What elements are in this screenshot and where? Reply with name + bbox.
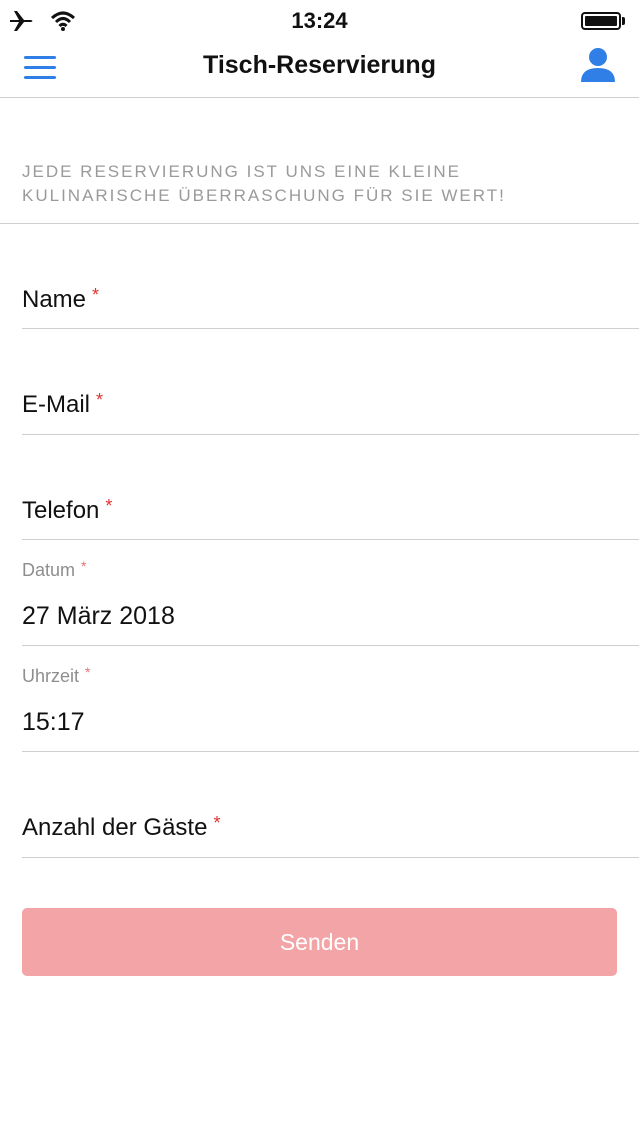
intro-text-line2: kulinarische Überraschung für Sie wert! — [22, 186, 506, 205]
phone-label: Telefon * — [22, 496, 113, 525]
guests-label-text: Anzahl der Gäste — [22, 814, 208, 841]
email-field[interactable]: E-Mail * — [22, 329, 639, 435]
email-label: E-Mail * — [22, 390, 104, 419]
time-label-text: Uhrzeit — [22, 666, 80, 686]
intro-text-line1: Jede Reservierung ist uns eine kleine — [22, 162, 461, 181]
time-value: 15:17 — [22, 708, 85, 736]
required-marker: * — [85, 664, 91, 680]
time-label: Uhrzeit * — [22, 664, 91, 687]
name-field[interactable]: Name * — [22, 224, 639, 329]
guests-field[interactable]: Anzahl der Gäste * — [22, 752, 639, 858]
required-marker: * — [92, 285, 100, 305]
status-time: 13:24 — [291, 8, 348, 33]
page-title: Tisch-Reservierung — [203, 51, 436, 79]
time-field[interactable]: Uhrzeit * 15:17 — [22, 646, 639, 752]
date-label: Datum * — [22, 558, 87, 581]
status-bar: 13:24 — [0, 0, 639, 40]
battery-icon — [581, 12, 625, 30]
intro-text: Jede Reservierung ist uns eine kleine ku… — [22, 160, 622, 208]
email-label-text: E-Mail — [22, 391, 91, 418]
date-value: 27 März 2018 — [22, 602, 175, 630]
send-button[interactable]: Senden — [22, 908, 617, 976]
required-marker: * — [213, 813, 221, 833]
name-label-text: Name — [22, 286, 87, 313]
user-icon[interactable] — [579, 46, 617, 84]
date-label-text: Datum — [22, 560, 76, 580]
name-label: Name * — [22, 285, 100, 314]
required-marker: * — [105, 496, 113, 516]
phone-label-text: Telefon — [22, 497, 100, 524]
date-field[interactable]: Datum * 27 März 2018 — [22, 540, 639, 646]
intro-section: Jede Reservierung ist uns eine kleine ku… — [0, 98, 639, 224]
guests-label: Anzahl der Gäste * — [22, 813, 221, 842]
phone-field[interactable]: Telefon * — [22, 435, 639, 540]
required-marker: * — [81, 558, 87, 574]
required-marker: * — [96, 390, 104, 410]
navigation-bar: Tisch-Reservierung — [0, 40, 639, 98]
